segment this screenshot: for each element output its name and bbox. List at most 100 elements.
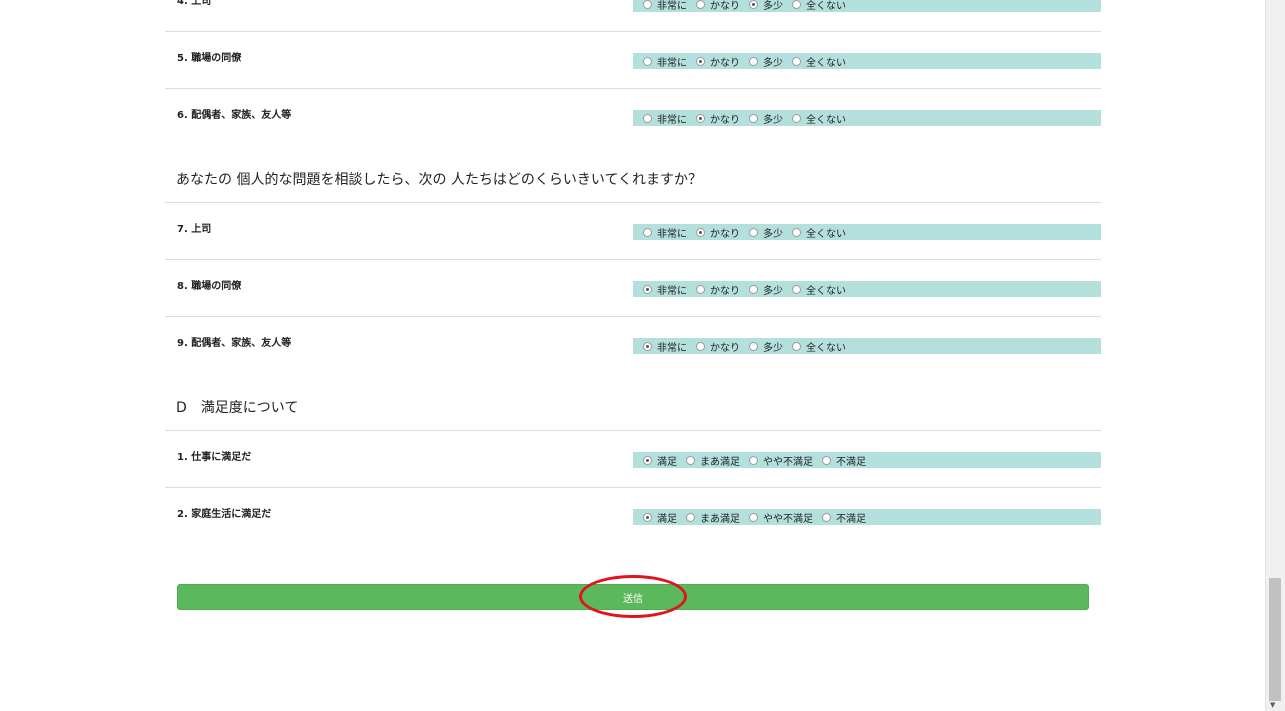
radio-group: 非常に かなり 多少 全くない — [633, 338, 1101, 354]
radio-icon[interactable] — [696, 56, 705, 66]
radio-icon[interactable] — [792, 227, 801, 237]
row-divider — [165, 202, 1101, 203]
radio-option[interactable]: やや不満足 — [749, 510, 813, 525]
radio-icon[interactable] — [792, 284, 801, 294]
radio-icon[interactable] — [749, 0, 758, 9]
row-divider — [165, 316, 1101, 317]
radio-icon[interactable] — [696, 227, 705, 237]
radio-icon[interactable] — [749, 512, 758, 522]
radio-option[interactable]: 全くない — [792, 282, 846, 297]
highlight-circle — [579, 575, 687, 618]
radio-icon[interactable] — [643, 512, 652, 522]
radio-option[interactable]: やや不満足 — [749, 453, 813, 468]
row-divider — [165, 31, 1101, 32]
radio-icon[interactable] — [686, 512, 695, 522]
radio-icon[interactable] — [696, 284, 705, 294]
row-divider — [165, 259, 1101, 260]
radio-icon[interactable] — [749, 113, 758, 123]
question-label: 8. 職場の同僚 — [177, 281, 242, 292]
radio-option[interactable]: 非常に — [643, 54, 687, 69]
radio-group: 非常に かなり 多少 全くない — [633, 110, 1101, 126]
radio-option[interactable]: 多少 — [749, 339, 783, 354]
radio-icon[interactable] — [749, 341, 758, 351]
radio-option[interactable]: 多少 — [749, 54, 783, 69]
radio-option[interactable]: 非常に — [643, 0, 687, 12]
question-label: 6. 配偶者、家族、友人等 — [177, 110, 292, 121]
radio-option[interactable]: かなり — [696, 54, 740, 69]
radio-icon[interactable] — [686, 455, 695, 465]
row-divider — [165, 430, 1101, 431]
radio-icon[interactable] — [822, 512, 831, 522]
radio-option[interactable]: 非常に — [643, 282, 687, 297]
radio-option[interactable]: 全くない — [792, 225, 846, 240]
question-row: 2. 家庭生活に満足だ 満足 まあ満足 やや不満足 不満足 — [165, 509, 1101, 566]
radio-option[interactable]: かなり — [696, 111, 740, 126]
radio-option[interactable]: 不満足 — [822, 453, 866, 468]
row-divider — [165, 88, 1101, 89]
radio-option[interactable]: まあ満足 — [686, 510, 740, 525]
question-row: 6. 配偶者、家族、友人等 非常に かなり 多少 全くない — [165, 110, 1101, 167]
radio-icon[interactable] — [792, 0, 801, 9]
radio-option[interactable]: 全くない — [792, 339, 846, 354]
radio-option[interactable]: 満足 — [643, 453, 677, 468]
radio-icon[interactable] — [792, 341, 801, 351]
radio-option[interactable]: 多少 — [749, 282, 783, 297]
radio-option[interactable]: 非常に — [643, 111, 687, 126]
radio-icon[interactable] — [749, 284, 758, 294]
radio-group: 非常に かなり 多少 全くない — [633, 53, 1101, 69]
radio-icon[interactable] — [749, 227, 758, 237]
question-label: 7. 上司 — [177, 224, 212, 235]
radio-icon[interactable] — [696, 341, 705, 351]
radio-option[interactable]: 全くない — [792, 111, 846, 126]
radio-icon[interactable] — [792, 56, 801, 66]
radio-option[interactable]: 多少 — [749, 225, 783, 240]
question-row: 5. 職場の同僚 非常に かなり 多少 全くない — [165, 53, 1101, 110]
radio-option[interactable]: 多少 — [749, 111, 783, 126]
section-heading: D 満足度について — [176, 400, 299, 416]
question-label: 2. 家庭生活に満足だ — [177, 509, 272, 520]
radio-option[interactable]: 不満足 — [822, 510, 866, 525]
radio-icon[interactable] — [643, 113, 652, 123]
radio-icon[interactable] — [643, 0, 652, 9]
radio-group: 非常に かなり 多少 全くない — [633, 224, 1101, 240]
question-heading: あなたの 個人的な問題を相談したら、次の 人たちはどのくらいきいてくれますか？ — [176, 172, 703, 188]
radio-icon[interactable] — [696, 0, 705, 9]
radio-option[interactable]: かなり — [696, 339, 740, 354]
radio-option[interactable]: 全くない — [792, 0, 846, 12]
radio-option[interactable]: 満足 — [643, 510, 677, 525]
vertical-scrollbar[interactable]: ▼ — [1265, 0, 1285, 711]
radio-icon[interactable] — [643, 56, 652, 66]
question-label: 9. 配偶者、家族、友人等 — [177, 338, 292, 349]
radio-option[interactable]: 非常に — [643, 225, 687, 240]
radio-group: 非常に かなり 多少 全くない — [633, 281, 1101, 297]
radio-icon[interactable] — [792, 113, 801, 123]
question-row: 9. 配偶者、家族、友人等 非常に かなり 多少 全くない — [165, 338, 1101, 395]
radio-icon[interactable] — [643, 227, 652, 237]
question-label: 4. 上司 — [177, 0, 212, 7]
radio-icon[interactable] — [822, 455, 831, 465]
radio-option[interactable]: かなり — [696, 225, 740, 240]
radio-icon[interactable] — [643, 455, 652, 465]
radio-group: 非常に かなり 多少 全くない — [633, 0, 1101, 12]
radio-option[interactable]: かなり — [696, 282, 740, 297]
radio-option[interactable]: 多少 — [749, 0, 783, 12]
radio-group: 満足 まあ満足 やや不満足 不満足 — [633, 452, 1101, 468]
radio-icon[interactable] — [749, 455, 758, 465]
question-row: 7. 上司 非常に かなり 多少 全くない — [165, 224, 1101, 281]
question-label: 1. 仕事に満足だ — [177, 452, 252, 463]
radio-icon[interactable] — [749, 56, 758, 66]
radio-icon[interactable] — [696, 113, 705, 123]
radio-icon[interactable] — [643, 341, 652, 351]
radio-group: 満足 まあ満足 やや不満足 不満足 — [633, 509, 1101, 525]
radio-icon[interactable] — [643, 284, 652, 294]
radio-option[interactable]: まあ満足 — [686, 453, 740, 468]
question-row: 8. 職場の同僚 非常に かなり 多少 全くない — [165, 281, 1101, 338]
radio-option[interactable]: 全くない — [792, 54, 846, 69]
radio-option[interactable]: 非常に — [643, 339, 687, 354]
row-divider — [165, 487, 1101, 488]
radio-option[interactable]: かなり — [696, 0, 740, 12]
question-row: 1. 仕事に満足だ 満足 まあ満足 やや不満足 不満足 — [165, 452, 1101, 509]
question-label: 5. 職場の同僚 — [177, 53, 242, 64]
scroll-down-arrow-icon[interactable]: ▼ — [1270, 702, 1275, 709]
scrollbar-thumb[interactable] — [1269, 578, 1281, 701]
